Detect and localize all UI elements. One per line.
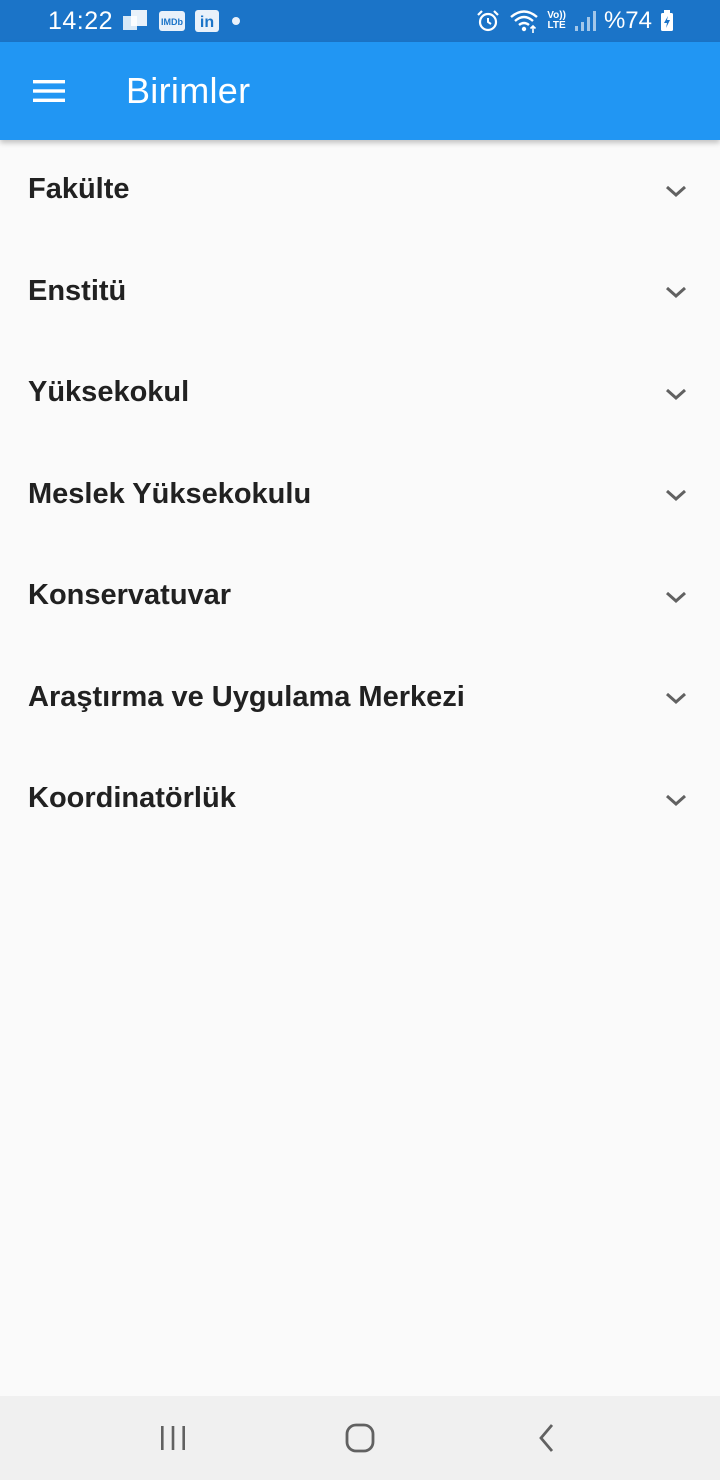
volte-icon: Vo)) LTE [547,11,566,31]
wifi-icon [509,8,539,34]
list-item-meslek-yuksekokulu[interactable]: Meslek Yüksekokulu [0,445,720,547]
chevron-down-icon[interactable] [662,583,690,611]
gallery-icon [123,10,149,32]
chevron-down-icon[interactable] [662,481,690,509]
list-item-yuksekokul[interactable]: Yüksekokul [0,343,720,445]
chevron-down-icon[interactable] [662,177,690,205]
battery-level: %74 [603,7,652,34]
app-bar: Birimler [0,42,720,140]
recents-button[interactable] [133,1396,213,1480]
page-title: Birimler [126,70,251,111]
list-item-label: Fakülte [28,173,130,206]
lte-label: LTE [547,20,566,31]
system-nav-bar [0,1396,720,1480]
list-item-arastirma-merkezi[interactable]: Araştırma ve Uygulama Merkezi [0,648,720,750]
status-bar: 14:22 IMDb in Vo)) LTE %74 [0,0,720,42]
status-right: Vo)) LTE %74 [475,7,674,35]
list-item-konservatuvar[interactable]: Konservatuvar [0,546,720,648]
home-icon [345,1423,375,1453]
list-item-label: Koordinatörlük [28,782,236,815]
dot-icon [229,10,243,32]
back-button[interactable] [507,1396,587,1480]
list-item-fakulte[interactable]: Fakülte [0,140,720,242]
chevron-down-icon[interactable] [662,380,690,408]
chevron-down-icon[interactable] [662,786,690,814]
imdb-icon: IMDb [159,10,186,32]
list-item-label: Konservatuvar [28,579,232,612]
signal-icon [574,10,596,32]
status-left: 14:22 IMDb in [48,7,243,36]
menu-button[interactable] [0,42,98,140]
imdb-text: IMDb [161,17,183,27]
list-item-koordinatorluk[interactable]: Koordinatörlük [0,749,720,851]
recents-icon [161,1426,186,1450]
list-item-enstitu[interactable]: Enstitü [0,242,720,344]
status-time: 14:22 [48,6,114,35]
battery-charging-icon [660,10,674,32]
chevron-down-icon[interactable] [662,278,690,306]
linkedin-text: in [200,14,214,31]
list-item-label: Araştırma ve Uygulama Merkezi [28,680,465,713]
home-button[interactable] [320,1396,400,1480]
alarm-icon [475,8,501,34]
back-icon [538,1424,553,1452]
list-item-label: Enstitü [28,274,127,307]
list-item-label: Meslek Yüksekokulu [28,477,312,510]
unit-category-list: Fakülte Enstitü Yüksekokul Meslek Yüksek… [0,140,720,851]
menu-icon [33,80,65,102]
list-item-label: Yüksekokul [28,376,190,409]
linkedin-icon: in [195,10,220,32]
chevron-down-icon[interactable] [662,684,690,712]
